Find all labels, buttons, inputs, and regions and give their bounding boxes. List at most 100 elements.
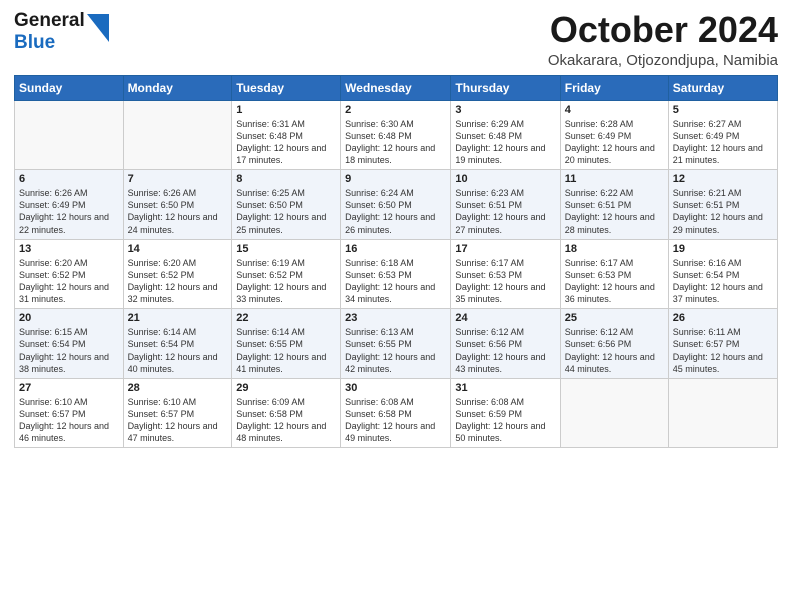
day-number: 23 (345, 312, 446, 324)
day-detail: Sunrise: 6:13 AMSunset: 6:55 PMDaylight:… (345, 326, 446, 375)
calendar-day-cell: 29 Sunrise: 6:09 AMSunset: 6:58 PMDayligh… (232, 378, 341, 448)
day-detail: Sunrise: 6:25 AMSunset: 6:50 PMDaylight:… (236, 187, 336, 236)
day-detail: Sunrise: 6:20 AMSunset: 6:52 PMDaylight:… (19, 257, 119, 306)
day-number: 26 (673, 312, 773, 324)
day-number: 5 (673, 104, 773, 116)
title-block: October 2024 Okakarara, Otjozondjupa, Na… (548, 10, 778, 69)
day-detail: Sunrise: 6:12 AMSunset: 6:56 PMDaylight:… (455, 326, 555, 375)
calendar-day-header: Tuesday (232, 75, 341, 100)
calendar-day-cell: 10 Sunrise: 6:23 AMSunset: 6:51 PMDayligh… (451, 170, 560, 240)
day-number: 1 (236, 104, 336, 116)
calendar-day-cell: 13 Sunrise: 6:20 AMSunset: 6:52 PMDayligh… (15, 239, 124, 309)
day-number: 27 (19, 382, 119, 394)
day-number: 21 (128, 312, 228, 324)
calendar-day-cell: 15 Sunrise: 6:19 AMSunset: 6:52 PMDayligh… (232, 239, 341, 309)
calendar-day-header: Thursday (451, 75, 560, 100)
calendar-week-row: 20Sunrise: 6:15 AMSunset: 6:54 PMDayligh… (15, 309, 778, 379)
calendar-day-cell: 2Sunrise: 6:30 AMSunset: 6:48 PMDaylight… (341, 100, 451, 170)
day-detail: Sunrise: 6:23 AMSunset: 6:51 PMDaylight:… (455, 187, 555, 236)
day-number: 28 (128, 382, 228, 394)
day-number: 15 (236, 243, 336, 255)
calendar-day-cell: 28 Sunrise: 6:10 AMSunset: 6:57 PMDayligh… (123, 378, 232, 448)
day-detail: Sunrise: 6:14 AMSunset: 6:55 PMDaylight:… (236, 326, 336, 375)
calendar-day-cell: 18 Sunrise: 6:17 AMSunset: 6:53 PMDayligh… (560, 239, 668, 309)
day-detail: Sunrise: 6:15 AMSunset: 6:54 PMDaylight:… (19, 326, 119, 375)
calendar-day-header: Sunday (15, 75, 124, 100)
day-detail: Sunrise: 6:26 AMSunset: 6:49 PMDaylight:… (19, 187, 119, 236)
day-number: 10 (455, 173, 555, 185)
day-detail: Sunrise: 6:21 AMSunset: 6:51 PMDaylight:… (673, 187, 773, 236)
day-number: 4 (565, 104, 664, 116)
calendar-day-cell: 21 Sunrise: 6:14 AMSunset: 6:54 PMDayligh… (123, 309, 232, 379)
day-detail: Sunrise: 6:09 AMSunset: 6:58 PMDaylight:… (236, 396, 336, 445)
calendar-week-row: 13 Sunrise: 6:20 AMSunset: 6:52 PMDayligh… (15, 239, 778, 309)
day-detail: Sunrise: 6:14 AMSunset: 6:54 PMDaylight:… (128, 326, 228, 375)
calendar-day-cell (123, 100, 232, 170)
day-number: 12 (673, 173, 773, 185)
day-detail: Sunrise: 6:08 AMSunset: 6:59 PMDaylight:… (455, 396, 555, 445)
calendar-day-cell: 3 Sunrise: 6:29 AMSunset: 6:48 PMDaylight… (451, 100, 560, 170)
calendar-day-cell: 7Sunrise: 6:26 AMSunset: 6:50 PMDaylight… (123, 170, 232, 240)
day-detail: Sunrise: 6:10 AMSunset: 6:57 PMDaylight:… (19, 396, 119, 445)
calendar-day-cell: 23 Sunrise: 6:13 AMSunset: 6:55 PMDayligh… (341, 309, 451, 379)
day-number: 13 (19, 243, 119, 255)
calendar-table: SundayMondayTuesdayWednesdayThursdayFrid… (14, 75, 778, 449)
day-detail: Sunrise: 6:22 AMSunset: 6:51 PMDaylight:… (565, 187, 664, 236)
calendar-day-cell: 24 Sunrise: 6:12 AMSunset: 6:56 PMDayligh… (451, 309, 560, 379)
day-number: 29 (236, 382, 336, 394)
day-detail: Sunrise: 6:27 AMSunset: 6:49 PMDaylight:… (673, 118, 773, 167)
day-number: 7 (128, 173, 228, 185)
calendar-day-cell: 1 Sunrise: 6:31 AMSunset: 6:48 PMDaylight… (232, 100, 341, 170)
calendar-day-cell: 26 Sunrise: 6:11 AMSunset: 6:57 PMDayligh… (668, 309, 777, 379)
day-number: 9 (345, 173, 446, 185)
calendar-day-cell: 20Sunrise: 6:15 AMSunset: 6:54 PMDayligh… (15, 309, 124, 379)
day-number: 17 (455, 243, 555, 255)
day-number: 31 (455, 382, 555, 394)
day-detail: Sunrise: 6:29 AMSunset: 6:48 PMDaylight:… (455, 118, 555, 167)
day-detail: Sunrise: 6:17 AMSunset: 6:53 PMDaylight:… (565, 257, 664, 306)
calendar-day-cell: 22 Sunrise: 6:14 AMSunset: 6:55 PMDayligh… (232, 309, 341, 379)
day-number: 3 (455, 104, 555, 116)
day-detail: Sunrise: 6:24 AMSunset: 6:50 PMDaylight:… (345, 187, 446, 236)
day-number: 22 (236, 312, 336, 324)
day-number: 2 (345, 104, 446, 116)
day-detail: Sunrise: 6:16 AMSunset: 6:54 PMDaylight:… (673, 257, 773, 306)
calendar-day-header: Monday (123, 75, 232, 100)
day-detail: Sunrise: 6:12 AMSunset: 6:56 PMDaylight:… (565, 326, 664, 375)
calendar-day-cell (15, 100, 124, 170)
calendar-week-row: 27 Sunrise: 6:10 AMSunset: 6:57 PMDayligh… (15, 378, 778, 448)
calendar-day-header: Friday (560, 75, 668, 100)
calendar-week-row: 6Sunrise: 6:26 AMSunset: 6:49 PMDaylight… (15, 170, 778, 240)
day-detail: Sunrise: 6:19 AMSunset: 6:52 PMDaylight:… (236, 257, 336, 306)
calendar-week-row: 1 Sunrise: 6:31 AMSunset: 6:48 PMDaylight… (15, 100, 778, 170)
day-number: 11 (565, 173, 664, 185)
day-number: 14 (128, 243, 228, 255)
calendar-day-cell (668, 378, 777, 448)
day-number: 8 (236, 173, 336, 185)
day-number: 18 (565, 243, 664, 255)
day-detail: Sunrise: 6:10 AMSunset: 6:57 PMDaylight:… (128, 396, 228, 445)
calendar-day-cell: 8 Sunrise: 6:25 AMSunset: 6:50 PMDaylight… (232, 170, 341, 240)
day-number: 25 (565, 312, 664, 324)
calendar-day-header: Wednesday (341, 75, 451, 100)
calendar-day-cell: 4 Sunrise: 6:28 AMSunset: 6:49 PMDaylight… (560, 100, 668, 170)
day-detail: Sunrise: 6:11 AMSunset: 6:57 PMDaylight:… (673, 326, 773, 375)
calendar-day-cell: 27 Sunrise: 6:10 AMSunset: 6:57 PMDayligh… (15, 378, 124, 448)
calendar-day-cell: 31 Sunrise: 6:08 AMSunset: 6:59 PMDayligh… (451, 378, 560, 448)
page: General Blue October 2024 Okakarara, Otj… (0, 0, 792, 612)
day-number: 19 (673, 243, 773, 255)
logo: General Blue (14, 10, 109, 54)
calendar-day-cell: 19 Sunrise: 6:16 AMSunset: 6:54 PMDayligh… (668, 239, 777, 309)
day-detail: Sunrise: 6:20 AMSunset: 6:52 PMDaylight:… (128, 257, 228, 306)
location: Okakarara, Otjozondjupa, Namibia (548, 52, 778, 69)
day-detail: Sunrise: 6:31 AMSunset: 6:48 PMDaylight:… (236, 118, 336, 167)
calendar-day-cell (560, 378, 668, 448)
day-detail: Sunrise: 6:08 AMSunset: 6:58 PMDaylight:… (345, 396, 446, 445)
month-year: October 2024 (548, 10, 778, 50)
calendar-day-cell: 11 Sunrise: 6:22 AMSunset: 6:51 PMDayligh… (560, 170, 668, 240)
day-number: 16 (345, 243, 446, 255)
day-number: 24 (455, 312, 555, 324)
header: General Blue October 2024 Okakarara, Otj… (14, 10, 778, 69)
day-detail: Sunrise: 6:28 AMSunset: 6:49 PMDaylight:… (565, 118, 664, 167)
calendar-day-cell: 14 Sunrise: 6:20 AMSunset: 6:52 PMDayligh… (123, 239, 232, 309)
